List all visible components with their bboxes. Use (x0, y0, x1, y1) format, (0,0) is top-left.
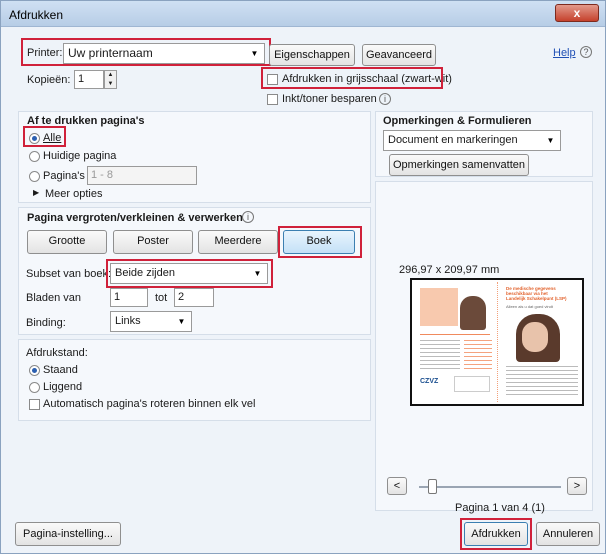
thumbnail-orange-block (420, 288, 458, 326)
title-bar: Afdrukken x (1, 1, 605, 27)
copies-input[interactable]: 1 (74, 70, 104, 89)
comments-value: Document en markeringen (388, 134, 518, 146)
help-link[interactable]: Help (553, 47, 576, 59)
print-dialog: Afdrukken x Printer: Uw printernaam ▼ Ei… (0, 0, 606, 554)
advanced-button[interactable]: Geavanceerd (362, 44, 436, 66)
landscape-label: Liggend (43, 381, 83, 393)
pages-range-input[interactable]: 1 - 8 (87, 166, 197, 185)
highlight-boek (278, 226, 362, 258)
highlight-all (23, 126, 66, 147)
page-slider-thumb[interactable] (428, 479, 437, 494)
highlight-grayscale (261, 67, 443, 89)
preview-thumbnail: CZVZ De medische gegevens beschikbaar vi… (410, 278, 584, 406)
comments-title: Opmerkingen & Formulieren (383, 115, 532, 127)
thumbnail-logo: CZVZ (420, 378, 439, 385)
tab-poster[interactable]: Poster (113, 230, 193, 254)
highlight-print (460, 518, 532, 550)
binding-value: Links (115, 315, 141, 327)
close-button[interactable]: x (555, 4, 599, 22)
scaling-title: Pagina vergroten/verkleinen & verwerken (27, 212, 243, 224)
orientation-title: Afdrukstand: (26, 347, 88, 359)
tab-grootte[interactable]: Grootte (27, 230, 107, 254)
binding-select[interactable]: Links ▼ (110, 311, 192, 332)
prev-page-button[interactable]: < (387, 477, 407, 495)
sheets-label: Bladen van (26, 292, 82, 304)
help-icon[interactable]: ? (580, 46, 592, 58)
thumbnail-sub: Alleen als u dat goed vindt (506, 304, 553, 309)
auto-rotate-label: Automatisch pagina's roteren binnen elk … (43, 398, 256, 410)
properties-button[interactable]: Eigenschappen (269, 44, 355, 66)
highlight-printer (21, 38, 271, 66)
comments-select[interactable]: Document en markeringen ▼ (383, 130, 561, 151)
preview-size: 296,97 x 209,97 mm (399, 264, 500, 276)
window-title: Afdrukken (9, 8, 64, 22)
expand-triangle-icon[interactable]: ▶ (33, 188, 39, 197)
thumbnail-heading: De medische gegevens beschikbaar via het… (506, 286, 567, 301)
portrait-radio[interactable] (29, 365, 40, 376)
more-options-link[interactable]: Meer opties (45, 188, 102, 200)
thumbnail-left-page: CZVZ (414, 282, 498, 402)
copies-stepper[interactable]: ▲ ▼ (104, 70, 117, 89)
chevron-down-icon: ▼ (546, 136, 555, 145)
info-icon: i (242, 211, 254, 223)
page-info: Pagina 1 van 4 (1) (455, 502, 545, 514)
page-slider-track[interactable] (419, 486, 561, 488)
thumbnail-right-page: De medische gegevens beschikbaar via het… (502, 282, 582, 402)
info-icon: i (379, 93, 391, 105)
auto-rotate-checkbox[interactable] (29, 399, 40, 410)
subset-label: Subset van boek: (26, 268, 112, 280)
chevron-down-icon: ▼ (177, 317, 186, 326)
save-ink-label: Inkt/toner besparen (282, 93, 377, 105)
landscape-radio[interactable] (29, 382, 40, 393)
summarize-comments-button[interactable]: Opmerkingen samenvatten (389, 154, 529, 176)
save-ink-checkbox[interactable] (267, 94, 278, 105)
portrait-label: Staand (43, 364, 78, 376)
pages-range-radio[interactable] (29, 171, 40, 182)
cancel-button[interactable]: Annuleren (536, 522, 600, 546)
sheets-from-input[interactable]: 1 (110, 288, 148, 307)
pages-range-label: Pagina's (43, 170, 85, 182)
pages-current-label: Huidige pagina (43, 150, 117, 162)
tab-meerdere[interactable]: Meerdere (198, 230, 278, 254)
pages-current-radio[interactable] (29, 151, 40, 162)
binding-label: Binding: (26, 317, 66, 329)
sheets-to-label: tot (155, 292, 168, 304)
next-page-button[interactable]: > (567, 477, 587, 495)
copies-label: Kopieën: (27, 74, 71, 86)
sheets-to-input[interactable]: 2 (174, 288, 214, 307)
highlight-subset (106, 259, 273, 288)
thumbnail-photo-left (460, 296, 486, 330)
page-setup-button[interactable]: Pagina-instelling... (15, 522, 121, 546)
